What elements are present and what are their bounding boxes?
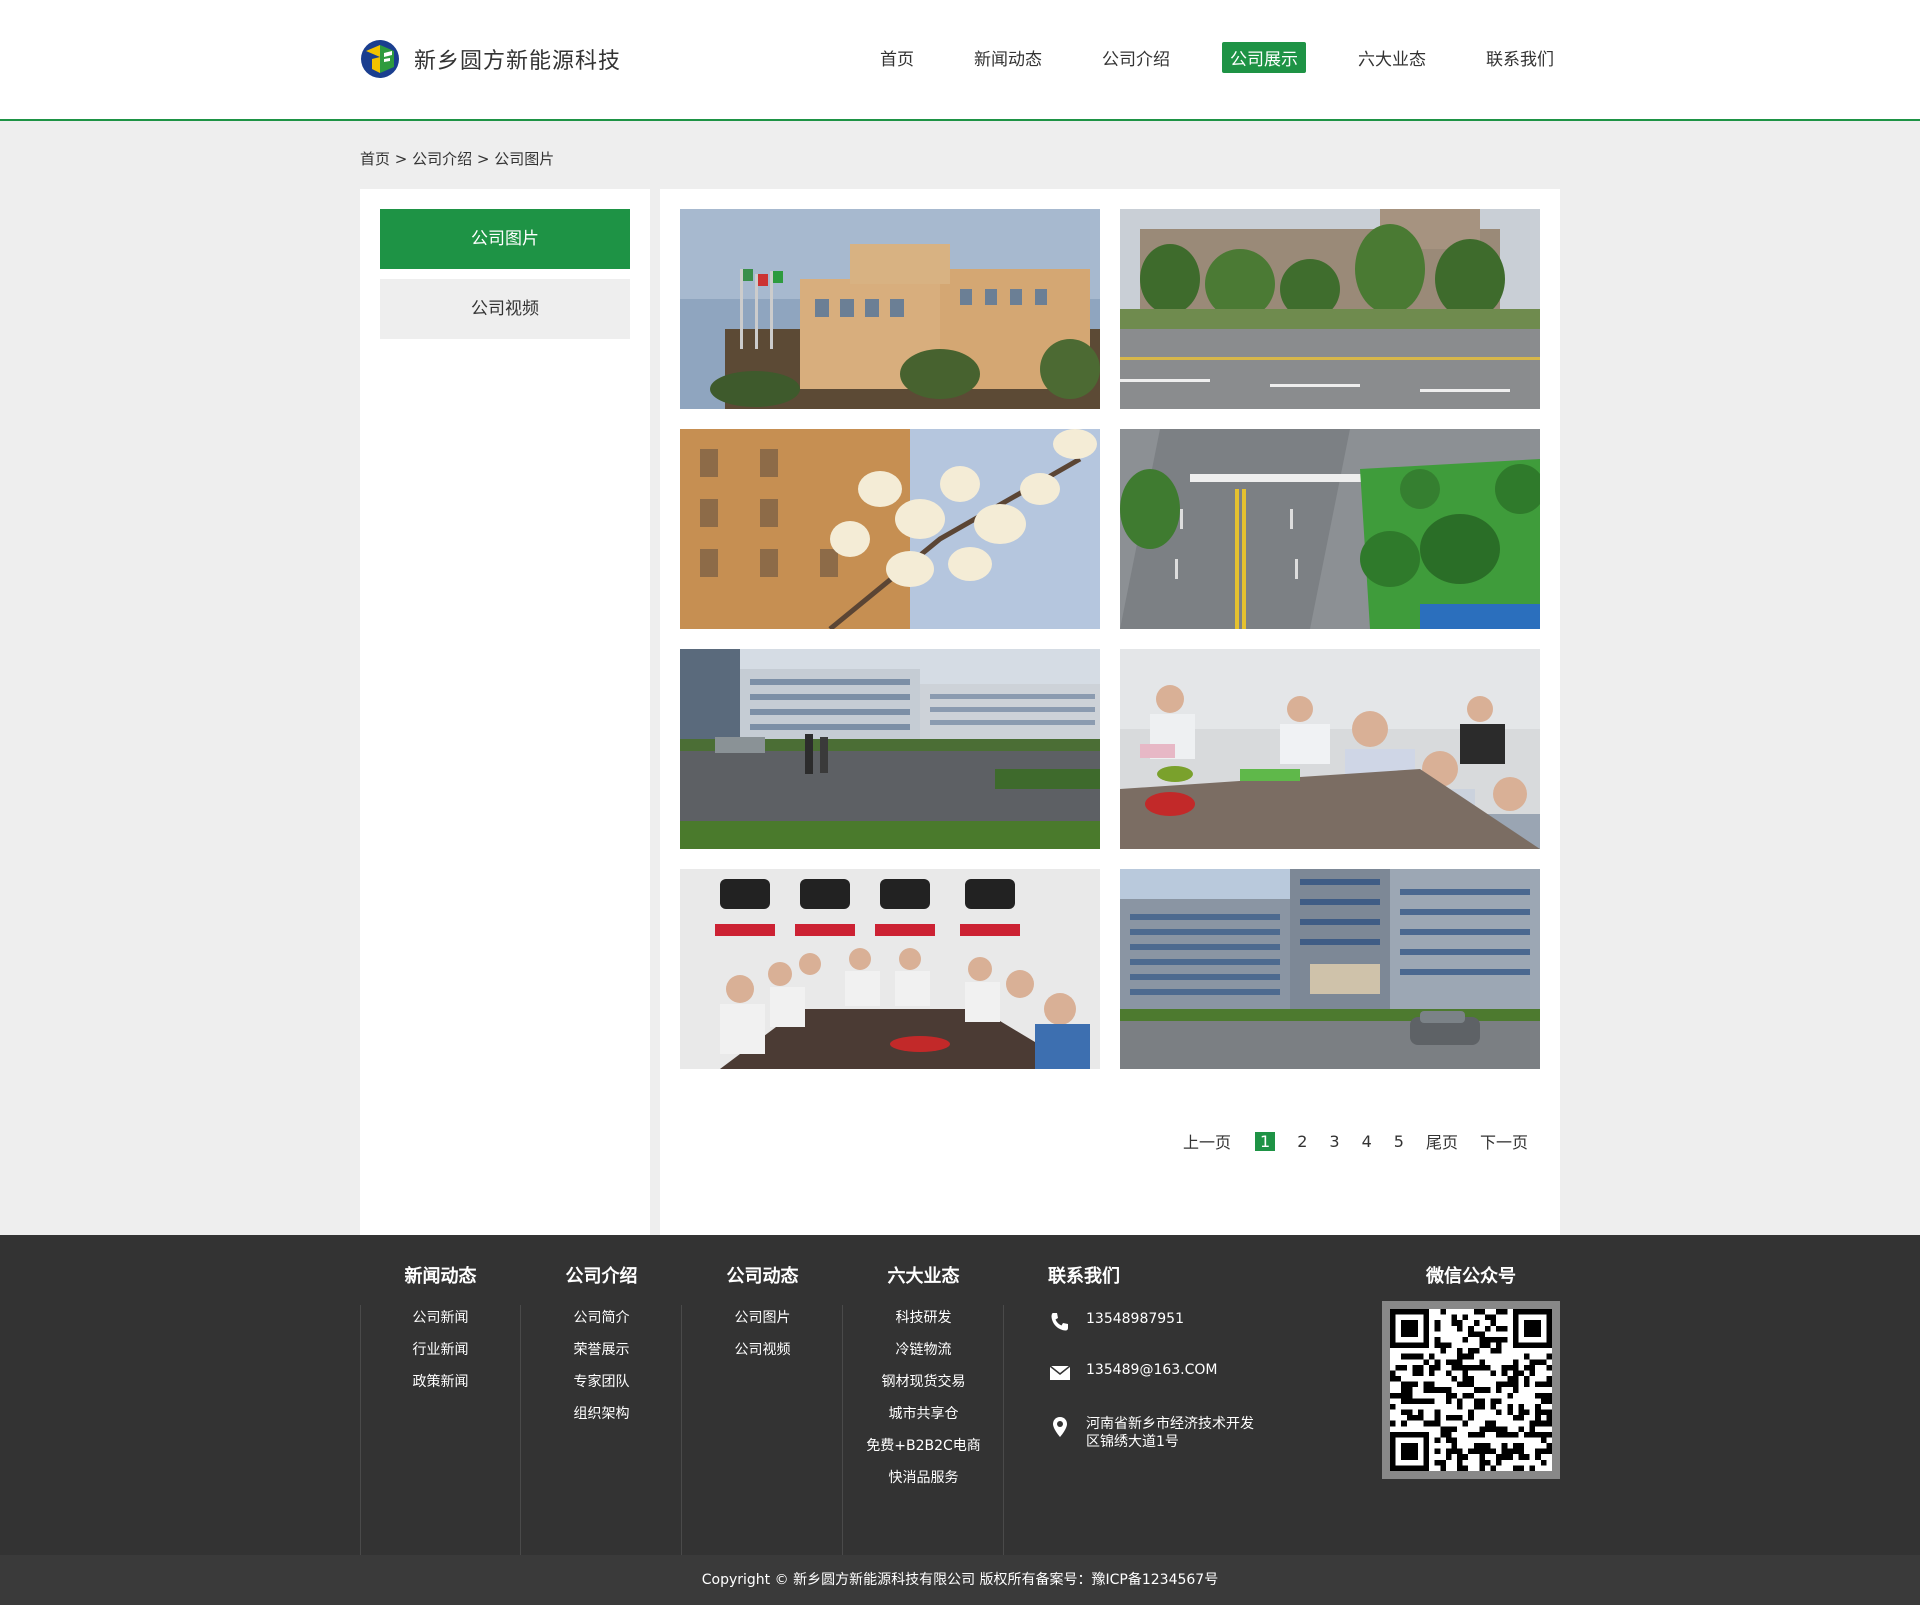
contact-address: 河南省新乡市经济技术开发 区锦绣大道1号 bbox=[1086, 1415, 1254, 1451]
footer-link[interactable]: 免费+B2B2C电商 bbox=[843, 1430, 1004, 1462]
magnolia-flowers-photo[interactable] bbox=[680, 429, 1100, 629]
footer-column-about: 公司介绍 公司简介 荣誉展示 专家团队 组织架构 bbox=[521, 1235, 682, 1555]
logo-icon bbox=[361, 40, 399, 78]
contact-phone: 13548987951 bbox=[1086, 1311, 1184, 1327]
footer-link[interactable]: 组织架构 bbox=[521, 1398, 682, 1430]
contact-phone-row: 13548987951 bbox=[1048, 1310, 1348, 1334]
nav-showcase[interactable]: 公司展示 bbox=[1222, 42, 1306, 73]
logo[interactable]: 新乡圆方新能源科技 bbox=[360, 38, 621, 80]
wechat-qr-code bbox=[1382, 1301, 1560, 1479]
breadcrumb: 首页 > 公司介绍 > 公司图片 bbox=[360, 150, 555, 168]
contact-address-row: 河南省新乡市经济技术开发 区锦绣大道1号 bbox=[1048, 1415, 1348, 1451]
footer-column-news: 新闻动态 公司新闻 行业新闻 政策新闻 bbox=[360, 1235, 521, 1555]
pagination: 上一页 1 2 3 4 5 尾页 下一页 bbox=[1161, 1129, 1528, 1153]
qr-code-icon bbox=[1390, 1309, 1552, 1471]
phone-icon bbox=[1051, 1313, 1068, 1331]
contact-email: 135489@163.COM bbox=[1086, 1362, 1218, 1378]
brand-name: 新乡圆方新能源科技 bbox=[414, 49, 622, 74]
footer-link[interactable]: 城市共享仓 bbox=[843, 1398, 1004, 1430]
footer-link[interactable]: 公司新闻 bbox=[360, 1302, 521, 1334]
footer-link[interactable]: 行业新闻 bbox=[360, 1334, 521, 1366]
wechat-title: 微信公众号 bbox=[1426, 1266, 1516, 1287]
gallery-panel: 上一页 1 2 3 4 5 尾页 下一页 bbox=[660, 189, 1560, 1235]
sidebar-item-videos[interactable]: 公司视频 bbox=[380, 279, 630, 339]
pagination-page-3[interactable]: 3 bbox=[1329, 1132, 1339, 1151]
contact-title: 联系我们 bbox=[1048, 1266, 1120, 1287]
pagination-prev[interactable]: 上一页 bbox=[1183, 1129, 1231, 1153]
footer-column-title: 公司动态 bbox=[726, 1266, 799, 1287]
footer-column-title: 新闻动态 bbox=[404, 1266, 477, 1287]
pagination-page-1[interactable]: 1 bbox=[1255, 1131, 1276, 1151]
contact-address-line: 河南省新乡市经济技术开发 bbox=[1086, 1416, 1254, 1432]
footer-column-business: 六大业态 科技研发 冷链物流 钢材现货交易 城市共享仓 免费+B2B2C电商 快… bbox=[843, 1235, 1004, 1555]
nav-business[interactable]: 六大业态 bbox=[1350, 42, 1434, 73]
site-footer: 新闻动态 公司新闻 行业新闻 政策新闻 公司介绍 公司简介 荣誉展示 专家团队 … bbox=[0, 1235, 1920, 1555]
location-pin-icon bbox=[1053, 1417, 1067, 1437]
nav-about[interactable]: 公司介绍 bbox=[1094, 42, 1178, 73]
footer-column-company-updates: 公司动态 公司图片 公司视频 bbox=[682, 1235, 843, 1555]
footer-link[interactable]: 快消品服务 bbox=[843, 1462, 1004, 1494]
sidebar: 公司图片 公司视频 bbox=[360, 189, 650, 1235]
footer-link[interactable]: 公司简介 bbox=[521, 1302, 682, 1334]
main-nav: 首页 新闻动态 公司介绍 公司展示 六大业态 联系我们 bbox=[828, 42, 1562, 73]
footer-link[interactable]: 公司视频 bbox=[682, 1334, 843, 1366]
pagination-last[interactable]: 尾页 bbox=[1426, 1129, 1458, 1153]
pagination-page-4[interactable]: 4 bbox=[1362, 1132, 1372, 1151]
campus-buildings-photo[interactable] bbox=[680, 649, 1100, 849]
footer-link[interactable]: 荣誉展示 bbox=[521, 1334, 682, 1366]
footer-link[interactable]: 专家团队 bbox=[521, 1366, 682, 1398]
meeting-table-photo[interactable] bbox=[1120, 649, 1540, 849]
aerial-road-photo[interactable] bbox=[1120, 429, 1540, 629]
pagination-page-2[interactable]: 2 bbox=[1297, 1132, 1307, 1151]
footer-link[interactable]: 公司图片 bbox=[682, 1302, 843, 1334]
nav-home[interactable]: 首页 bbox=[872, 42, 922, 73]
footer-column-title: 六大业态 bbox=[887, 1266, 960, 1287]
copyright: Copyright © 新乡圆方新能源科技有限公司 版权所有备案号：豫ICP备1… bbox=[0, 1555, 1920, 1605]
building-with-flags-photo[interactable] bbox=[680, 209, 1100, 409]
mail-icon bbox=[1049, 1365, 1071, 1380]
footer-link[interactable]: 科技研发 bbox=[843, 1302, 1004, 1334]
nav-news[interactable]: 新闻动态 bbox=[966, 42, 1050, 73]
nav-contact[interactable]: 联系我们 bbox=[1478, 42, 1562, 73]
office-building-road-photo[interactable] bbox=[1120, 209, 1540, 409]
site-header: 新乡圆方新能源科技 首页 新闻动态 公司介绍 公司展示 六大业态 联系我们 bbox=[0, 0, 1920, 121]
modern-office-tower-photo[interactable] bbox=[1120, 869, 1540, 1069]
pagination-page-5[interactable]: 5 bbox=[1394, 1132, 1404, 1151]
footer-column-title: 公司介绍 bbox=[565, 1266, 638, 1287]
footer-link[interactable]: 冷链物流 bbox=[843, 1334, 1004, 1366]
footer-link[interactable]: 钢材现货交易 bbox=[843, 1366, 1004, 1398]
pagination-next[interactable]: 下一页 bbox=[1480, 1129, 1528, 1153]
contact-address-line: 区锦绣大道1号 bbox=[1086, 1434, 1179, 1450]
contact-email-row: 135489@163.COM bbox=[1048, 1361, 1348, 1385]
footer-link[interactable]: 政策新闻 bbox=[360, 1366, 521, 1398]
conference-room-slogans-photo[interactable] bbox=[680, 869, 1100, 1069]
sidebar-item-photos[interactable]: 公司图片 bbox=[380, 209, 630, 269]
